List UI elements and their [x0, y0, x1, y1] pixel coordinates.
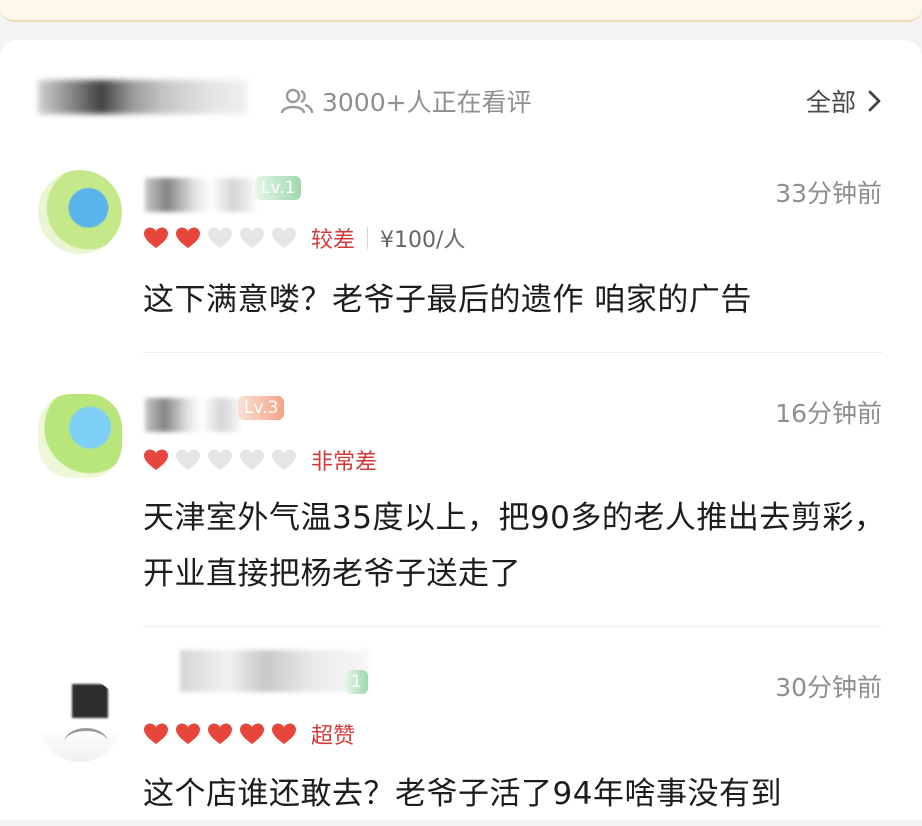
review-divider	[143, 626, 882, 627]
review-content: 天津室外气温35度以上，把90多的老人推出去剪彩，开业直接把杨老爷子送走了	[143, 500, 886, 592]
avatar[interactable]	[38, 678, 122, 762]
avatar[interactable]	[38, 170, 122, 254]
review-time: 30分钟前	[775, 673, 882, 702]
heart-rating	[143, 722, 297, 746]
chevron-right-icon	[868, 90, 881, 112]
people-icon	[280, 88, 314, 114]
heart-filled-icon	[208, 723, 232, 744]
rating-row: 非常差	[143, 446, 378, 475]
level-badge: Lv.1	[255, 176, 302, 200]
avatar[interactable]	[38, 394, 122, 478]
review-content: 这下满意喽？老爷子最后的遗作 咱家的广告	[143, 282, 752, 318]
price-per-person: ¥100/人	[380, 228, 466, 253]
rating-row: 超赞	[143, 720, 356, 749]
heart-filled-icon	[144, 723, 168, 744]
level-badge: 1	[345, 670, 368, 694]
heart-empty-icon	[240, 227, 264, 248]
username-blurred[interactable]	[180, 650, 370, 692]
divider	[367, 227, 369, 249]
heart-empty-icon	[272, 227, 296, 248]
review-item[interactable]: Lv.3 16分钟前 非常差 天津室外气温35度以上，把90多的老人推出去剪彩，…	[0, 386, 922, 636]
heart-empty-icon	[208, 227, 232, 248]
heart-filled-icon	[144, 449, 168, 470]
store-name-blurred	[38, 80, 248, 114]
heart-filled-icon	[144, 227, 168, 248]
heart-rating	[143, 226, 297, 250]
all-reviews-link[interactable]: 全部	[806, 84, 884, 118]
review-divider	[143, 352, 882, 353]
heart-empty-icon	[272, 449, 296, 470]
reviews-header: 3000+人正在看评 全部	[0, 40, 922, 170]
review-item[interactable]: Lv.1 33分钟前 较差 ¥100/人 这下满意喽？老爷子最后的遗作 咱家的广…	[0, 166, 922, 366]
all-label: 全部	[805, 88, 856, 117]
level-badge: Lv.3	[238, 396, 285, 420]
top-card	[0, 0, 922, 22]
rating-text: 非常差	[311, 450, 378, 475]
viewers-indicator: 3000+人正在看评	[280, 85, 532, 117]
heart-filled-icon	[240, 723, 264, 744]
viewers-text: 3000+人正在看评	[322, 88, 532, 117]
review-content: 这个店谁还敢去？老爷子活了94年啥事没有到	[143, 776, 782, 812]
username-blurred[interactable]	[145, 398, 240, 432]
heart-filled-icon	[176, 723, 200, 744]
heart-empty-icon	[176, 449, 200, 470]
heart-filled-icon	[272, 723, 296, 744]
rating-text: 较差	[311, 228, 356, 253]
review-time: 16分钟前	[775, 399, 882, 428]
username-blurred[interactable]	[145, 178, 255, 212]
heart-rating	[143, 448, 297, 472]
review-time: 33分钟前	[775, 179, 882, 208]
review-item[interactable]: 1 30分钟前 超赞 这个店谁还敢去？老爷子活了94年啥事没有到	[0, 646, 922, 826]
rating-text: 超赞	[311, 724, 356, 749]
heart-empty-icon	[240, 449, 264, 470]
heart-filled-icon	[176, 227, 200, 248]
heart-empty-icon	[208, 449, 232, 470]
reviews-panel: 3000+人正在看评 全部 Lv.1 33分钟前 较差 ¥100/人 这下满意喽…	[0, 40, 922, 820]
rating-row: 较差 ¥100/人	[143, 224, 466, 253]
